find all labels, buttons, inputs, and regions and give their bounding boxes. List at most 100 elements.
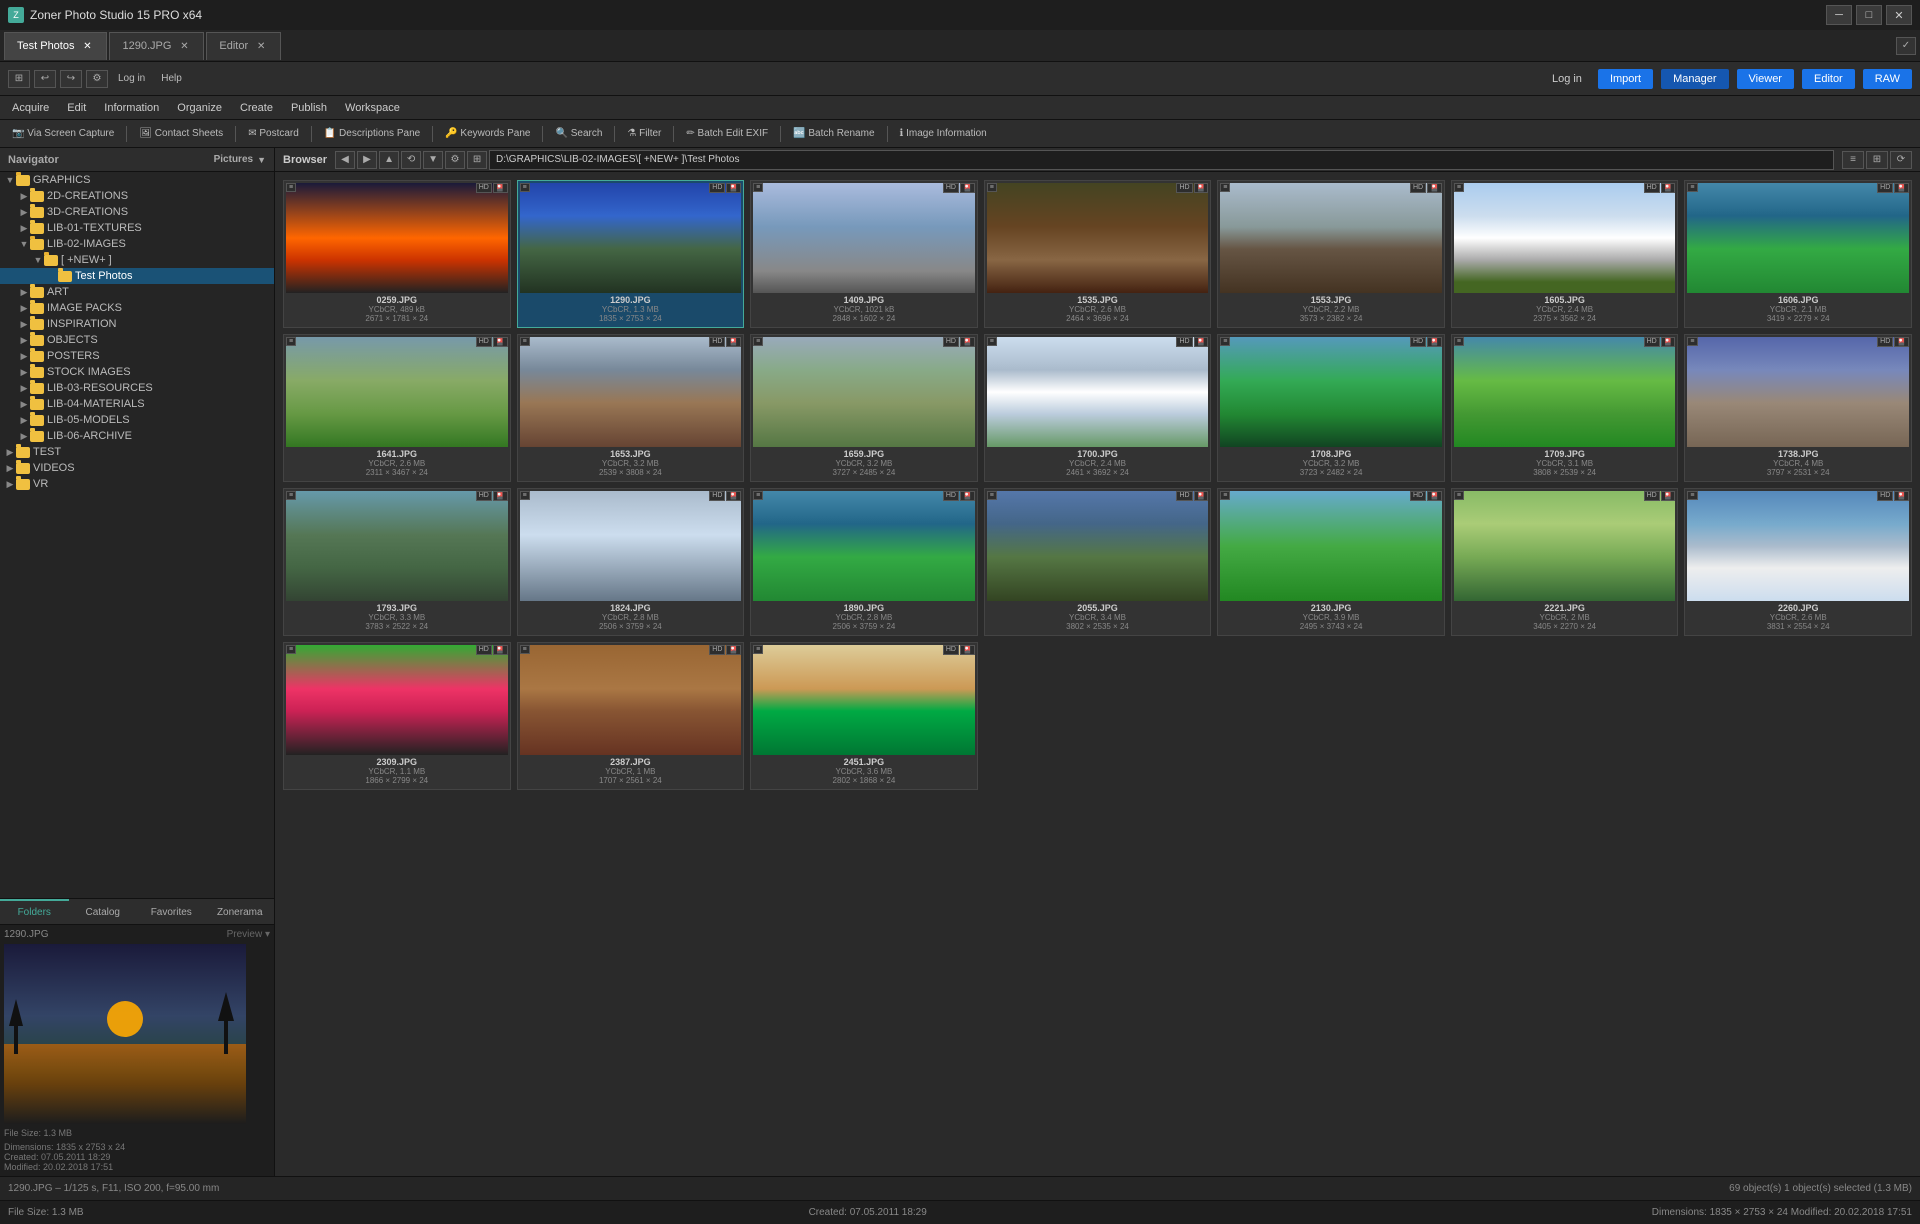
menu-information[interactable]: Information: [96, 100, 167, 116]
nav-forward[interactable]: ▶: [357, 151, 377, 169]
tree-item-lib-06-archive[interactable]: ▶LIB-06-ARCHIVE: [0, 428, 274, 444]
thumbnail-item[interactable]: ≡HD🎴1290.JPGYCbCR, 1.3 MB1835 × 2753 × 2…: [517, 180, 745, 328]
tree-item-videos[interactable]: ▶VIDEOS: [0, 460, 274, 476]
editor-button[interactable]: Editor: [1802, 69, 1855, 89]
settings-button[interactable]: ⚙: [86, 70, 108, 88]
tab-close-icon[interactable]: ✕: [80, 39, 94, 53]
tab-confirm-icon[interactable]: ✓: [1896, 37, 1916, 55]
thumbnail-item[interactable]: ≡HD🎴1606.JPGYCbCR, 2.1 MB3419 × 2279 × 2…: [1684, 180, 1912, 328]
tab-catalog[interactable]: Catalog: [69, 899, 138, 924]
tree-item-lib-05-models[interactable]: ▶LIB-05-MODELS: [0, 412, 274, 428]
tree-item-inspiration[interactable]: ▶INSPIRATION: [0, 316, 274, 332]
minimize-button[interactable]: ─: [1826, 5, 1852, 25]
log-in-button[interactable]: Log in: [1544, 69, 1590, 89]
thumbnail-item[interactable]: ≡HD🎴2055.JPGYCbCR, 3.4 MB3802 × 2535 × 2…: [984, 488, 1212, 636]
tab-close-icon[interactable]: ✕: [177, 39, 191, 53]
tree-item-posters[interactable]: ▶POSTERS: [0, 348, 274, 364]
tree-item--new-[interactable]: ▼[ +NEW+ ]: [0, 252, 274, 268]
manager-button[interactable]: Manager: [1661, 69, 1728, 89]
btn-image-information[interactable]: ℹ Image Information: [894, 126, 993, 141]
import-button[interactable]: Import: [1598, 69, 1653, 89]
menu-acquire[interactable]: Acquire: [4, 100, 57, 116]
tab-close-icon[interactable]: ✕: [254, 39, 268, 53]
tree-item-3d-creations[interactable]: ▶3D-CREATIONS: [0, 204, 274, 220]
tree-item-test[interactable]: ▶TEST: [0, 444, 274, 460]
thumbnail-item[interactable]: ≡HD🎴1535.JPGYCbCR, 2.6 MB2464 × 3696 × 2…: [984, 180, 1212, 328]
nav-refresh[interactable]: ⟲: [401, 151, 421, 169]
thumbnail-item[interactable]: ≡HD🎴1708.JPGYCbCR, 3.2 MB3723 × 2482 × 2…: [1217, 334, 1445, 482]
maximize-button[interactable]: □: [1856, 5, 1882, 25]
nav-dropdown[interactable]: ▼: [423, 151, 443, 169]
tree-item-lib-01-textures[interactable]: ▶LIB-01-TEXTURES: [0, 220, 274, 236]
thumbnail-item[interactable]: ≡HD🎴2130.JPGYCbCR, 3.9 MB2495 × 3743 × 2…: [1217, 488, 1445, 636]
nav-back[interactable]: ◀: [335, 151, 355, 169]
view-grid-btn[interactable]: ⊞: [1866, 151, 1888, 169]
thumbnail-item[interactable]: ≡HD🎴1659.JPGYCbCR, 3.2 MB3727 × 2485 × 2…: [750, 334, 978, 482]
thumbnail-item[interactable]: ≡HD🎴1653.JPGYCbCR, 3.2 MB2539 × 3808 × 2…: [517, 334, 745, 482]
thumbnail-item[interactable]: ≡HD🎴0259.JPGYCbCR, 489 kB2671 × 1781 × 2…: [283, 180, 511, 328]
nav-up[interactable]: ▲: [379, 151, 399, 169]
thumbnail-item[interactable]: ≡HD🎴2221.JPGYCbCR, 2 MB3405 × 2270 × 24: [1451, 488, 1679, 636]
toolbar-icon-2[interactable]: ↩: [34, 70, 56, 88]
btn-keywords-pane[interactable]: 🔑 Keywords Pane: [439, 126, 536, 141]
raw-button[interactable]: RAW: [1863, 69, 1912, 89]
tree-item-image-packs[interactable]: ▶IMAGE PACKS: [0, 300, 274, 316]
tree-item-graphics[interactable]: ▼GRAPHICS: [0, 172, 274, 188]
toolbar-icon-1[interactable]: ⊞: [8, 70, 30, 88]
tree-item-stock-images[interactable]: ▶STOCK IMAGES: [0, 364, 274, 380]
thumbnail-item[interactable]: ≡HD🎴1641.JPGYCbCR, 2.6 MB2311 × 3467 × 2…: [283, 334, 511, 482]
tree-item-art[interactable]: ▶ART: [0, 284, 274, 300]
tab-zonerama[interactable]: Zonerama: [206, 899, 275, 924]
btn-batch-rename[interactable]: 🔤 Batch Rename: [787, 126, 880, 141]
help-label[interactable]: Help: [155, 71, 188, 86]
tree-item-objects[interactable]: ▶OBJECTS: [0, 332, 274, 348]
thumbnail-item[interactable]: ≡HD🎴2451.JPGYCbCR, 3.6 MB2802 × 1868 × 2…: [750, 642, 978, 790]
tree-item-lib-04-materials[interactable]: ▶LIB-04-MATERIALS: [0, 396, 274, 412]
pictures-dropdown[interactable]: ▼: [257, 155, 266, 165]
view-list-btn[interactable]: ≡: [1842, 151, 1864, 169]
tab-editor[interactable]: Editor ✕: [206, 32, 281, 60]
thumbnail-item[interactable]: ≡HD🎴2309.JPGYCbCR, 1.1 MB1866 × 2799 × 2…: [283, 642, 511, 790]
btn-search[interactable]: 🔍 Search: [549, 126, 608, 141]
menu-publish[interactable]: Publish: [283, 100, 335, 116]
tree-item-2d-creations[interactable]: ▶2D-CREATIONS: [0, 188, 274, 204]
thumbnail-item[interactable]: ≡HD🎴1409.JPGYCbCR, 1021 kB2848 × 1602 × …: [750, 180, 978, 328]
thumbnail-item[interactable]: ≡HD🎴1553.JPGYCbCR, 2.2 MB3573 × 2382 × 2…: [1217, 180, 1445, 328]
tree-item-lib-03-resources[interactable]: ▶LIB-03-RESOURCES: [0, 380, 274, 396]
menu-workspace[interactable]: Workspace: [337, 100, 408, 116]
viewer-button[interactable]: Viewer: [1737, 69, 1794, 89]
close-button[interactable]: ✕: [1886, 5, 1912, 25]
settings-label[interactable]: Log in: [112, 71, 151, 86]
btn-batch-edit-exif[interactable]: ✏ Batch Edit EXIF: [680, 126, 774, 141]
tab-folders[interactable]: Folders: [0, 899, 69, 924]
nav-options[interactable]: ⚙: [445, 151, 465, 169]
tab-1290jpg[interactable]: 1290.JPG ✕: [109, 32, 204, 60]
btn-contact-sheets[interactable]: 🖼 Contact Sheets: [133, 126, 229, 141]
tab-test-photos[interactable]: Test Photos ✕: [4, 32, 107, 60]
tree-item-test-photos[interactable]: Test Photos: [0, 268, 274, 284]
btn-postcard[interactable]: ✉ Postcard: [242, 126, 305, 141]
tree-item-vr[interactable]: ▶VR: [0, 476, 274, 492]
thumbnail-item[interactable]: ≡HD🎴1738.JPGYCbCR, 4 MB3797 × 2531 × 24: [1684, 334, 1912, 482]
menu-create[interactable]: Create: [232, 100, 281, 116]
preview-toggle[interactable]: Preview ▾: [227, 929, 270, 940]
menu-edit[interactable]: Edit: [59, 100, 94, 116]
thumbnail-item[interactable]: ≡HD🎴1793.JPGYCbCR, 3.3 MB3783 × 2522 × 2…: [283, 488, 511, 636]
thumbnail-item[interactable]: ≡HD🎴1890.JPGYCbCR, 2.8 MB2506 × 3759 × 2…: [750, 488, 978, 636]
btn-screen-capture[interactable]: 📷 Via Screen Capture: [6, 126, 120, 141]
thumbnail-item[interactable]: ≡HD🎴1824.JPGYCbCR, 2.8 MB2506 × 3759 × 2…: [517, 488, 745, 636]
tree-item-lib-02-images[interactable]: ▼LIB-02-IMAGES: [0, 236, 274, 252]
toolbar-icon-3[interactable]: ↪: [60, 70, 82, 88]
thumbnail-item[interactable]: ≡HD🎴1605.JPGYCbCR, 2.4 MB2375 × 3562 × 2…: [1451, 180, 1679, 328]
view-refresh-btn[interactable]: ⟳: [1890, 151, 1912, 169]
thumbnail-item[interactable]: ≡HD🎴2387.JPGYCbCR, 1 MB1707 × 2561 × 24: [517, 642, 745, 790]
btn-descriptions-pane[interactable]: 📋 Descriptions Pane: [318, 126, 426, 141]
address-bar[interactable]: [489, 150, 1834, 170]
thumbnail-item[interactable]: ≡HD🎴1709.JPGYCbCR, 3.1 MB3808 × 2539 × 2…: [1451, 334, 1679, 482]
nav-grid-toggle[interactable]: ⊞: [467, 151, 487, 169]
thumbnail-item[interactable]: ≡HD🎴2260.JPGYCbCR, 2.6 MB3831 × 2554 × 2…: [1684, 488, 1912, 636]
tab-favorites[interactable]: Favorites: [137, 899, 206, 924]
thumbnail-item[interactable]: ≡HD🎴1700.JPGYCbCR, 2.4 MB2461 × 3692 × 2…: [984, 334, 1212, 482]
menu-organize[interactable]: Organize: [169, 100, 230, 116]
btn-filter[interactable]: ⚗ Filter: [621, 126, 667, 141]
